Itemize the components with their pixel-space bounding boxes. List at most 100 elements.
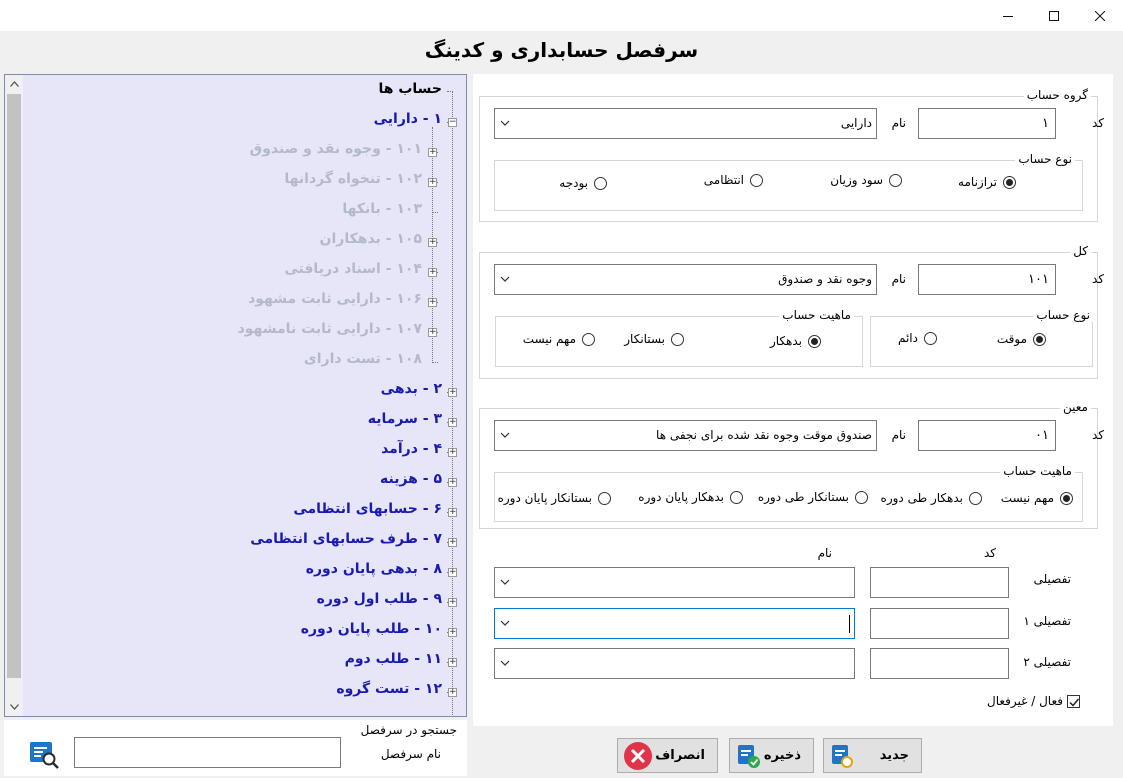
detail-name-select-1[interactable] (494, 608, 855, 639)
page-title: سرفصل حسابداری و کدینگ (424, 38, 699, 62)
details-code-header: کد (983, 546, 996, 560)
tree-item[interactable]: ۶ - حسابهای انتظامی (293, 501, 442, 517)
tree-scrollbar[interactable] (5, 75, 23, 716)
tree-item[interactable]: ۱ - دارایی (374, 111, 442, 127)
minimize-button[interactable] (985, 0, 1031, 31)
account-form: گروه حساب کد ۱ نام دارایی نوع حساب ترازن… (473, 74, 1113, 726)
save-button-label: ذخیره (763, 748, 801, 763)
tree-item[interactable]: ۱۰۱ - وجوه نقد و صندوق (250, 141, 422, 157)
scroll-thumb[interactable] (7, 94, 21, 678)
specific-code-input[interactable]: ۰۱ (918, 420, 1056, 451)
search-field-label: نام سرفصل (380, 747, 441, 761)
radio-not-important[interactable]: مهم نیست (523, 332, 595, 346)
expand-icon[interactable]: + (428, 328, 437, 337)
active-checkbox[interactable] (1067, 695, 1080, 708)
tree-item[interactable]: ۱۲ - تست گروه (336, 681, 442, 697)
expand-icon[interactable]: + (448, 568, 457, 577)
radio-spec-not-important[interactable]: مهم نیست (1001, 491, 1073, 505)
expand-icon[interactable]: + (448, 658, 457, 667)
radio-creditor[interactable]: بستانکار (624, 332, 684, 346)
expand-icon[interactable]: + (428, 268, 437, 277)
radio-budget[interactable]: بودجه (559, 176, 607, 190)
radio-spec-creditor-end[interactable]: بستانکار پایان دوره (498, 491, 611, 505)
tree-guide (432, 212, 438, 213)
group-code-input[interactable]: ۱ (918, 108, 1056, 139)
chevron-down-icon (500, 655, 512, 671)
radio-disciplinary[interactable]: انتظامی (704, 173, 763, 187)
expand-icon[interactable]: + (448, 538, 457, 547)
detail-name-select-0[interactable] (494, 567, 855, 598)
close-button[interactable] (1077, 0, 1123, 31)
save-button[interactable]: ذخیره (729, 738, 814, 773)
window-titlebar (0, 0, 1123, 31)
collapse-icon[interactable]: − (448, 118, 457, 127)
expand-icon[interactable]: + (448, 628, 457, 637)
expand-icon[interactable]: + (448, 598, 457, 607)
expand-icon[interactable]: + (428, 238, 437, 247)
new-document-icon (830, 743, 854, 773)
general-title: کل (1070, 244, 1091, 258)
chevron-down-icon (500, 271, 512, 287)
check-icon (1069, 698, 1080, 707)
specific-name-select[interactable]: صندوق موقت وجوه نقد شده برای نجفی ها (494, 420, 877, 451)
radio-spec-debtor-end[interactable]: بدهکار پایان دوره (638, 490, 743, 504)
radio-temporary[interactable]: موقت (997, 332, 1046, 346)
tree-item[interactable]: ۱۰۸ - تست دارای (304, 351, 422, 367)
tree-item[interactable]: ۱۰۶ - دارایی ثابت مشهود (248, 291, 422, 307)
cancel-x-icon (622, 740, 654, 776)
text-caret (849, 615, 850, 633)
detail-name-select-2[interactable] (494, 648, 855, 679)
tree-item[interactable]: ۱۰۵ - بدهکاران (320, 231, 422, 247)
radio-permanent[interactable]: دائم (898, 331, 937, 345)
expand-icon[interactable]: + (428, 298, 437, 307)
expand-icon[interactable]: + (448, 508, 457, 517)
expand-icon[interactable]: + (428, 178, 437, 187)
active-label: فعال / غیرفعال (987, 694, 1063, 708)
account-tree[interactable]: حساب ها ۱ - دارایی − ۱۰۱ - وجوه نقد و صندوق… (4, 74, 467, 717)
cancel-button[interactable]: انصراف (617, 738, 718, 773)
radio-balance-sheet[interactable]: ترازنامه (958, 175, 1016, 189)
scroll-down-icon[interactable] (5, 698, 23, 715)
tree-root[interactable]: حساب ها (379, 81, 443, 97)
tree-item[interactable]: ۱۱ - طلب دوم (345, 651, 442, 667)
search-input[interactable] (74, 737, 341, 768)
detail-code-input-0[interactable] (870, 567, 1009, 598)
tree-item[interactable]: ۱۰۳ - بانکها (342, 201, 422, 217)
tree-item[interactable]: ۵ - هزینه (380, 471, 442, 487)
expand-icon[interactable]: + (448, 448, 457, 457)
radio-spec-debtor-period[interactable]: بدهکار طی دوره (881, 491, 982, 505)
group-name-select[interactable]: دارایی (494, 108, 877, 139)
chevron-down-icon (500, 574, 512, 590)
minimize-icon (1003, 15, 1013, 17)
radio-debtor[interactable]: بدهکار (770, 334, 821, 348)
general-code-input[interactable]: ۱۰۱ (918, 264, 1056, 295)
detail-code-input-2[interactable] (870, 648, 1009, 679)
detail-code-input-1[interactable] (870, 608, 1009, 639)
tree-item[interactable]: ۱۰۷ - دارایی ثابت نامشهود (238, 321, 422, 337)
scroll-up-icon[interactable] (5, 75, 23, 92)
search-list-icon[interactable] (27, 739, 61, 769)
tree-item[interactable]: ۳ - سرمایه (368, 411, 442, 427)
tree-item[interactable]: ۸ - بدهی پایان دوره (306, 561, 442, 577)
expand-icon[interactable]: + (448, 688, 457, 697)
new-button[interactable]: جدید (823, 738, 922, 773)
tree-item[interactable]: ۴ - درآمد (381, 441, 442, 457)
tree-item[interactable]: ۷ - طرف حسابهای انتظامی (250, 531, 442, 547)
tree-item[interactable]: ۹ - طلب اول دوره (317, 591, 442, 607)
general-name-select[interactable]: وجوه نقد و صندوق (494, 264, 877, 295)
maximize-icon (1049, 10, 1059, 21)
general-name-value: وجوه نقد و صندوق (778, 272, 872, 286)
search-panel: جستجو در سرفصل نام سرفصل (4, 720, 467, 776)
maximize-button[interactable] (1031, 0, 1077, 31)
expand-icon[interactable]: + (448, 478, 457, 487)
radio-profit-loss[interactable]: سود وزیان (830, 173, 902, 187)
radio-spec-creditor-period[interactable]: بستانکار طی دوره (758, 490, 868, 504)
tree-item[interactable]: ۱۰۴ - اسناد دریافتی (284, 261, 422, 277)
tree-item[interactable]: ۲ - بدهی (381, 381, 442, 397)
tree-item[interactable]: ۱۰ - طلب پایان دوره (301, 621, 442, 637)
expand-icon[interactable]: + (448, 418, 457, 427)
expand-icon[interactable]: + (448, 388, 457, 397)
group-type-title: نوع حساب (1015, 152, 1075, 166)
tree-item[interactable]: ۱۰۲ - تنخواه گردانها (284, 171, 422, 187)
expand-icon[interactable]: + (428, 148, 437, 157)
